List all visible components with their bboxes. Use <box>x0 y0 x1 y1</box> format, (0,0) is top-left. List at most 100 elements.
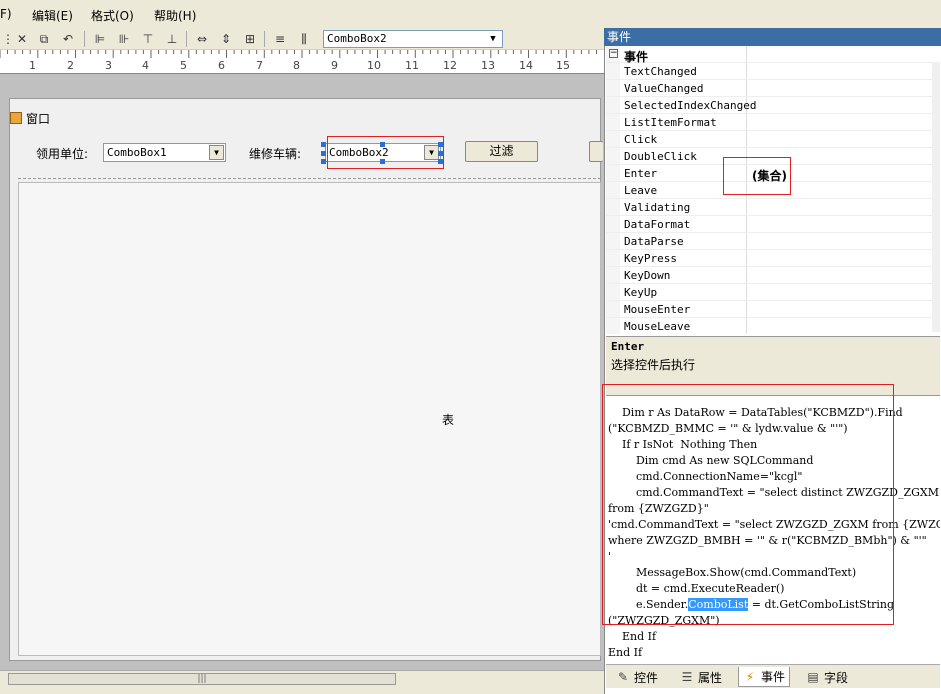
description-text: 选择控件后执行 <box>611 358 696 372</box>
ruler-number: 3 <box>105 59 112 72</box>
tab-properties[interactable]: ☰ 属性 <box>680 667 722 687</box>
event-row[interactable]: Validating <box>606 199 940 216</box>
ruler-number: 13 <box>481 59 495 72</box>
event-row[interactable]: ListItemFormat <box>606 114 940 131</box>
event-name: Validating <box>624 201 691 214</box>
tab-label: 控件 <box>634 670 659 685</box>
event-row[interactable]: SelectedIndexChanged <box>606 97 940 114</box>
toolbar-separator <box>84 31 85 47</box>
tab-label: 字段 <box>824 670 849 685</box>
event-name: DataFormat <box>624 218 691 231</box>
toolbar-separator <box>186 31 187 47</box>
vertical-spacing-icon[interactable]: ≡ <box>272 31 288 47</box>
undo-icon[interactable]: ↶ <box>60 31 76 47</box>
tab-controls[interactable]: ✎ 控件 <box>616 667 658 687</box>
event-name: KeyPress <box>624 252 677 265</box>
same-size-icon[interactable]: ⊞ <box>242 31 258 47</box>
event-name: Enter <box>624 167 658 180</box>
menu-format[interactable]: 格式(O) <box>91 7 134 24</box>
same-height-icon[interactable]: ⇕ <box>218 31 234 47</box>
align-left-icon[interactable]: ⊫ <box>92 31 108 47</box>
code-line: End If <box>608 646 643 659</box>
highlight-box <box>327 136 444 169</box>
extra-button[interactable] <box>589 141 603 162</box>
event-row[interactable]: KeyDown <box>606 267 940 284</box>
lightning-icon: ⚡ <box>745 669 755 684</box>
window-icon <box>10 112 22 124</box>
grid-scrollbar[interactable] <box>932 62 940 332</box>
panel-tabs: ✎ 控件 ☰ 属性 ⚡ 事件 ▤ 字段 <box>606 664 940 688</box>
ruler-number: 15 <box>556 59 570 72</box>
event-row[interactable]: ValueChanged <box>606 80 940 97</box>
wrench-icon: ✎ <box>617 670 629 684</box>
unit-combobox-value: ComboBox1 <box>107 146 167 159</box>
table-control[interactable] <box>18 182 601 656</box>
ruler-number: 8 <box>293 59 300 72</box>
properties-icon: ☰ <box>681 670 693 684</box>
event-name: TextChanged <box>624 65 697 78</box>
event-row[interactable]: DataParse <box>606 233 940 250</box>
horizontal-scrollbar[interactable]: ||| <box>0 670 604 687</box>
toolbar: ⋮ ✕ ⧉ ↶ ⊫ ⊪ ⊤ ⊥ ⇔ ⇕ ⊞ ≡ ⫼ <box>0 28 604 50</box>
resize-handle[interactable] <box>321 142 326 147</box>
event-name: DataParse <box>624 235 684 248</box>
event-name: MouseEnter <box>624 303 691 316</box>
ruler-number: 6 <box>218 59 225 72</box>
ruler-number: 1 <box>29 59 36 72</box>
align-right-icon[interactable]: ⊪ <box>116 31 132 47</box>
resize-handle[interactable] <box>321 151 326 156</box>
resize-handle[interactable] <box>321 159 326 164</box>
event-name: Leave <box>624 184 658 197</box>
event-row[interactable]: KeyPress <box>606 250 940 267</box>
event-name: MouseLeave <box>624 320 691 333</box>
event-name: ListItemFormat <box>624 116 717 129</box>
event-row[interactable]: Click <box>606 131 940 148</box>
event-row[interactable]: TextChanged <box>606 63 940 80</box>
menu-file[interactable]: F) <box>0 7 12 21</box>
code-line: End If <box>608 630 657 643</box>
tab-events[interactable]: ⚡ 事件 <box>738 667 791 687</box>
filter-button[interactable]: 过滤 <box>465 141 538 162</box>
event-row[interactable]: KeyUp <box>606 284 940 301</box>
cut-icon[interactable]: ✕ <box>14 31 30 47</box>
align-top-icon[interactable]: ⊤ <box>140 31 156 47</box>
horizontal-spacing-icon[interactable]: ⫼ <box>296 31 312 47</box>
ruler-ticks <box>0 50 597 58</box>
field-icon: ▤ <box>807 670 819 684</box>
menu-edit[interactable]: 编辑(E) <box>32 7 73 24</box>
event-name: SelectedIndexChanged <box>624 99 757 112</box>
ruler-number: 14 <box>519 59 533 72</box>
collapse-icon[interactable]: − <box>609 49 618 58</box>
event-row[interactable]: MouseLeave <box>606 318 940 334</box>
ruler-number: 12 <box>443 59 457 72</box>
ruler-number: 10 <box>367 59 381 72</box>
event-name: ValueChanged <box>624 82 704 95</box>
ruler-number: 11 <box>405 59 419 72</box>
align-bottom-icon[interactable]: ⊥ <box>164 31 180 47</box>
tab-label: 事件 <box>761 670 786 684</box>
tab-fields[interactable]: ▤ 字段 <box>806 667 848 687</box>
grid-category-row[interactable]: − 事件 <box>606 46 940 64</box>
menu-help[interactable]: 帮助(H) <box>154 7 196 24</box>
chevron-down-icon[interactable]: ▼ <box>209 145 224 160</box>
event-row[interactable]: DataFormat <box>606 216 940 233</box>
highlight-box <box>602 384 894 625</box>
event-name: DoubleClick <box>624 150 697 163</box>
description-title: Enter <box>611 340 645 353</box>
same-width-icon[interactable]: ⇔ <box>194 31 210 47</box>
component-selector-value: ComboBox2 <box>327 32 387 45</box>
highlight-box <box>723 157 791 195</box>
unit-combobox[interactable]: ComboBox1 ▼ <box>103 143 226 162</box>
toolbar-separator <box>264 31 265 47</box>
ruler: 1 2 3 4 5 6 7 8 9 10 11 12 13 14 15 <box>0 50 604 74</box>
component-selector-combo[interactable]: ComboBox2 ▼ <box>323 30 503 48</box>
event-name: Click <box>624 133 658 146</box>
event-name: KeyDown <box>624 269 671 282</box>
chevron-down-icon[interactable]: ▼ <box>486 32 500 46</box>
event-row[interactable]: MouseEnter <box>606 301 940 318</box>
copy-icon[interactable]: ⧉ <box>36 31 52 47</box>
ruler-number: 7 <box>256 59 263 72</box>
scrollbar-thumb[interactable]: ||| <box>8 673 396 685</box>
unit-label: 领用单位: <box>36 147 89 161</box>
ruler-number: 2 <box>67 59 74 72</box>
